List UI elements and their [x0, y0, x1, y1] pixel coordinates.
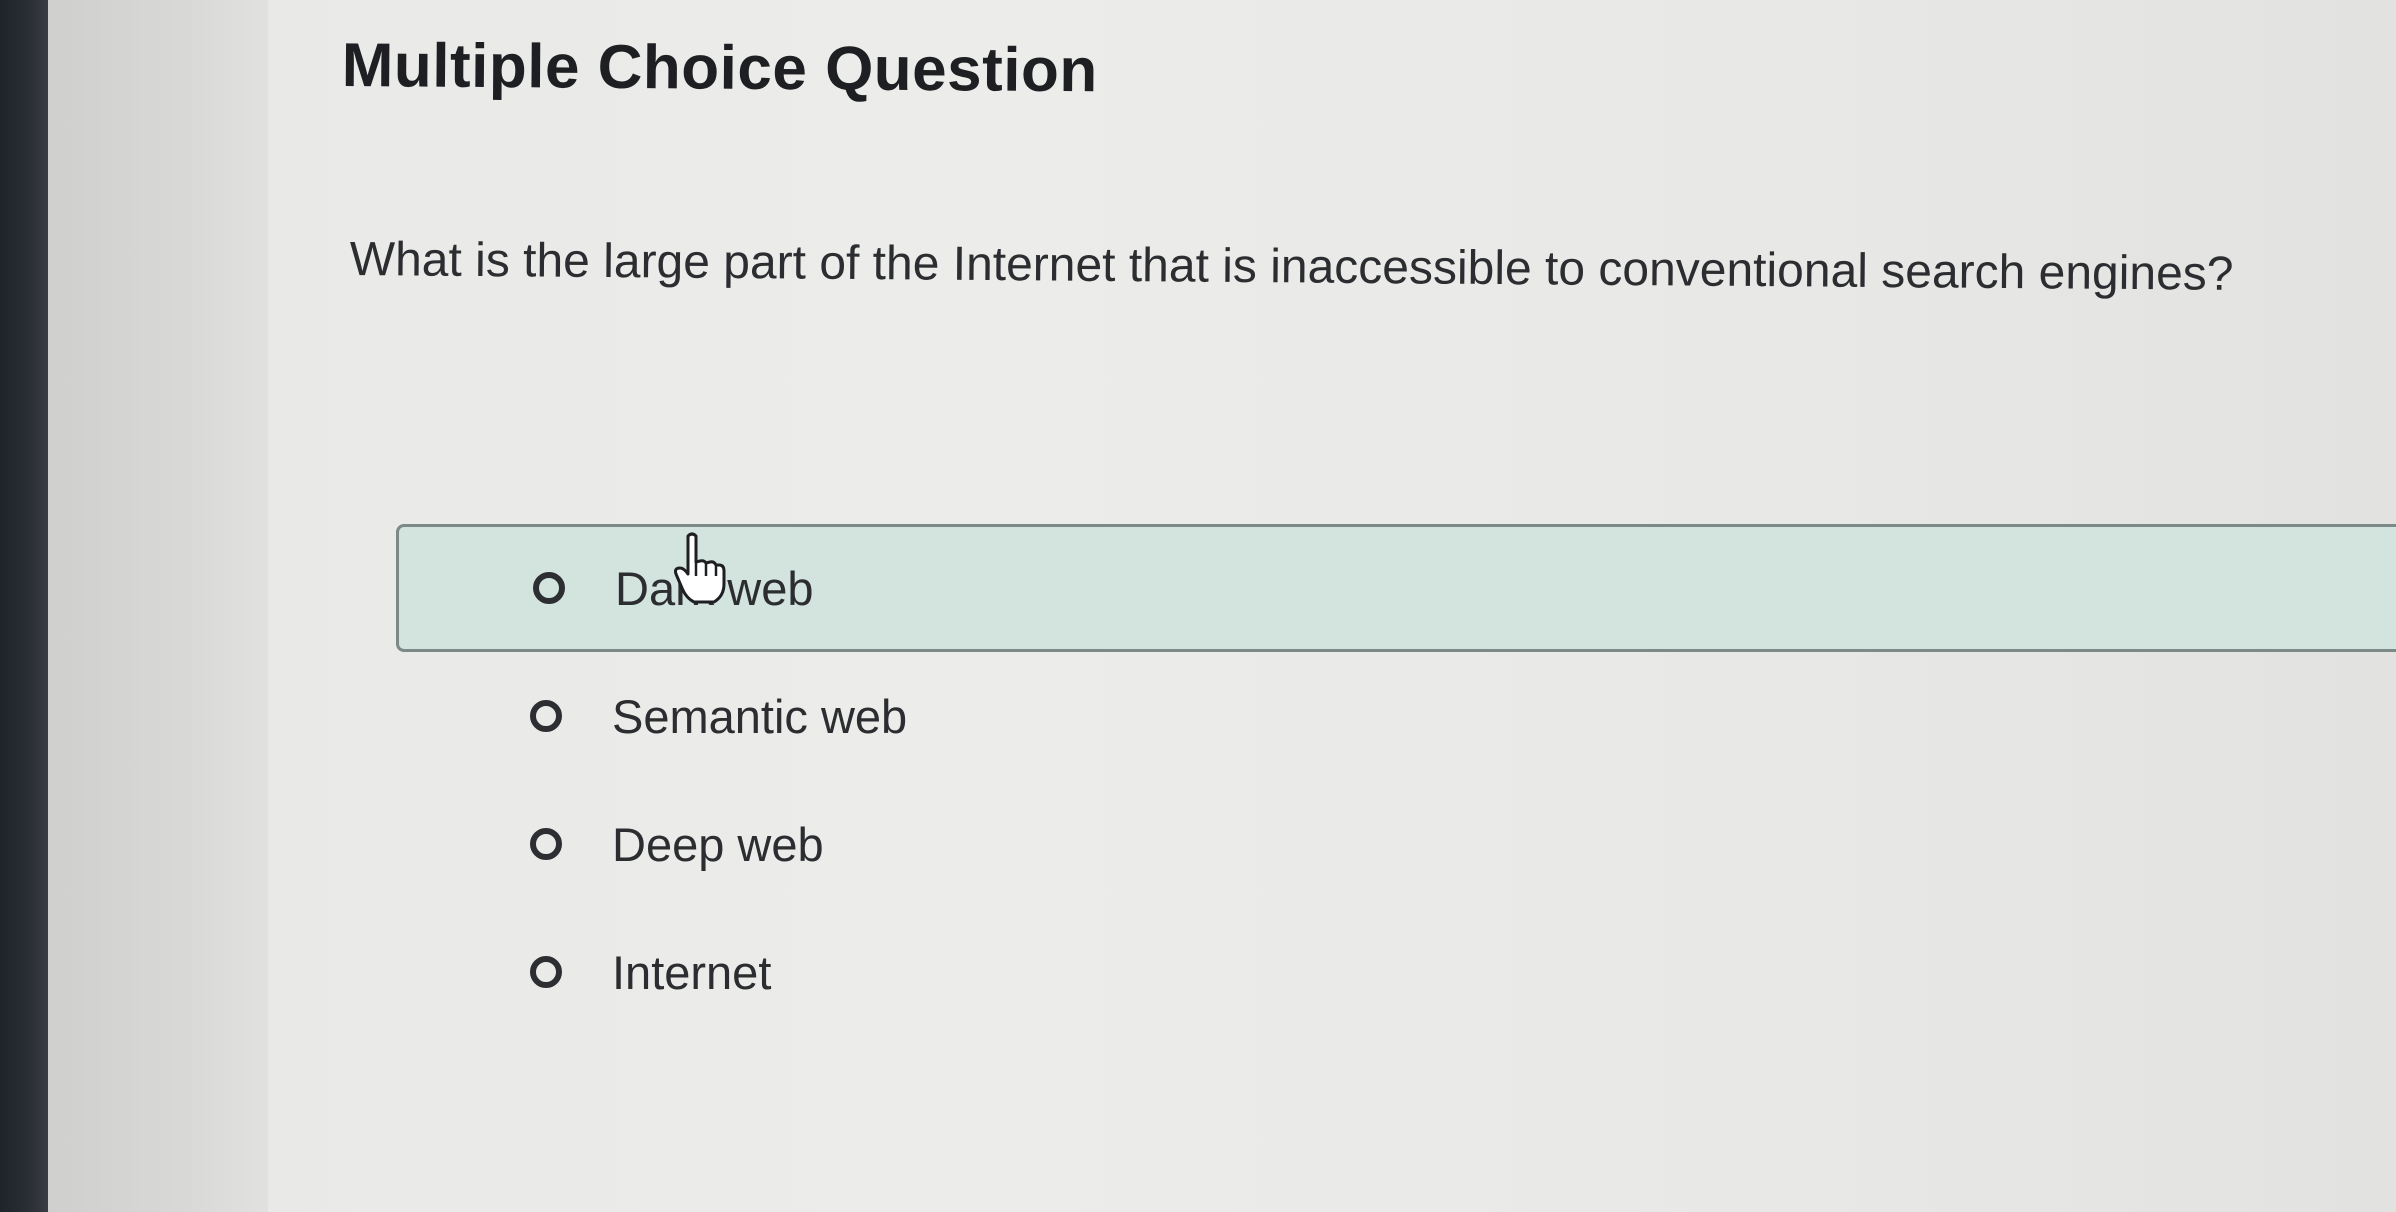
radio-button[interactable]	[530, 828, 562, 860]
radio-button[interactable]	[533, 572, 565, 604]
screen: Multiple Choice Question What is the lar…	[0, 0, 2396, 1212]
radio-button[interactable]	[530, 700, 562, 732]
option-deep-web[interactable]: Deep web	[406, 780, 2396, 908]
option-label: Internet	[612, 945, 772, 999]
hand-pointer-icon	[674, 532, 726, 604]
question-content: Multiple Choice Question What is the lar…	[268, 0, 2396, 1212]
left-margin	[48, 0, 268, 1212]
radio-button[interactable]	[530, 956, 562, 988]
question-text: What is the large part of the Internet t…	[349, 232, 2234, 301]
option-label: Deep web	[612, 817, 824, 871]
option-internet[interactable]: Internet	[406, 908, 2396, 1036]
question-type-heading: Multiple Choice Question	[341, 30, 1099, 106]
option-semantic-web[interactable]: Semantic web	[406, 652, 2396, 780]
monitor-bezel	[0, 0, 48, 1212]
option-label: Semantic web	[612, 689, 908, 743]
